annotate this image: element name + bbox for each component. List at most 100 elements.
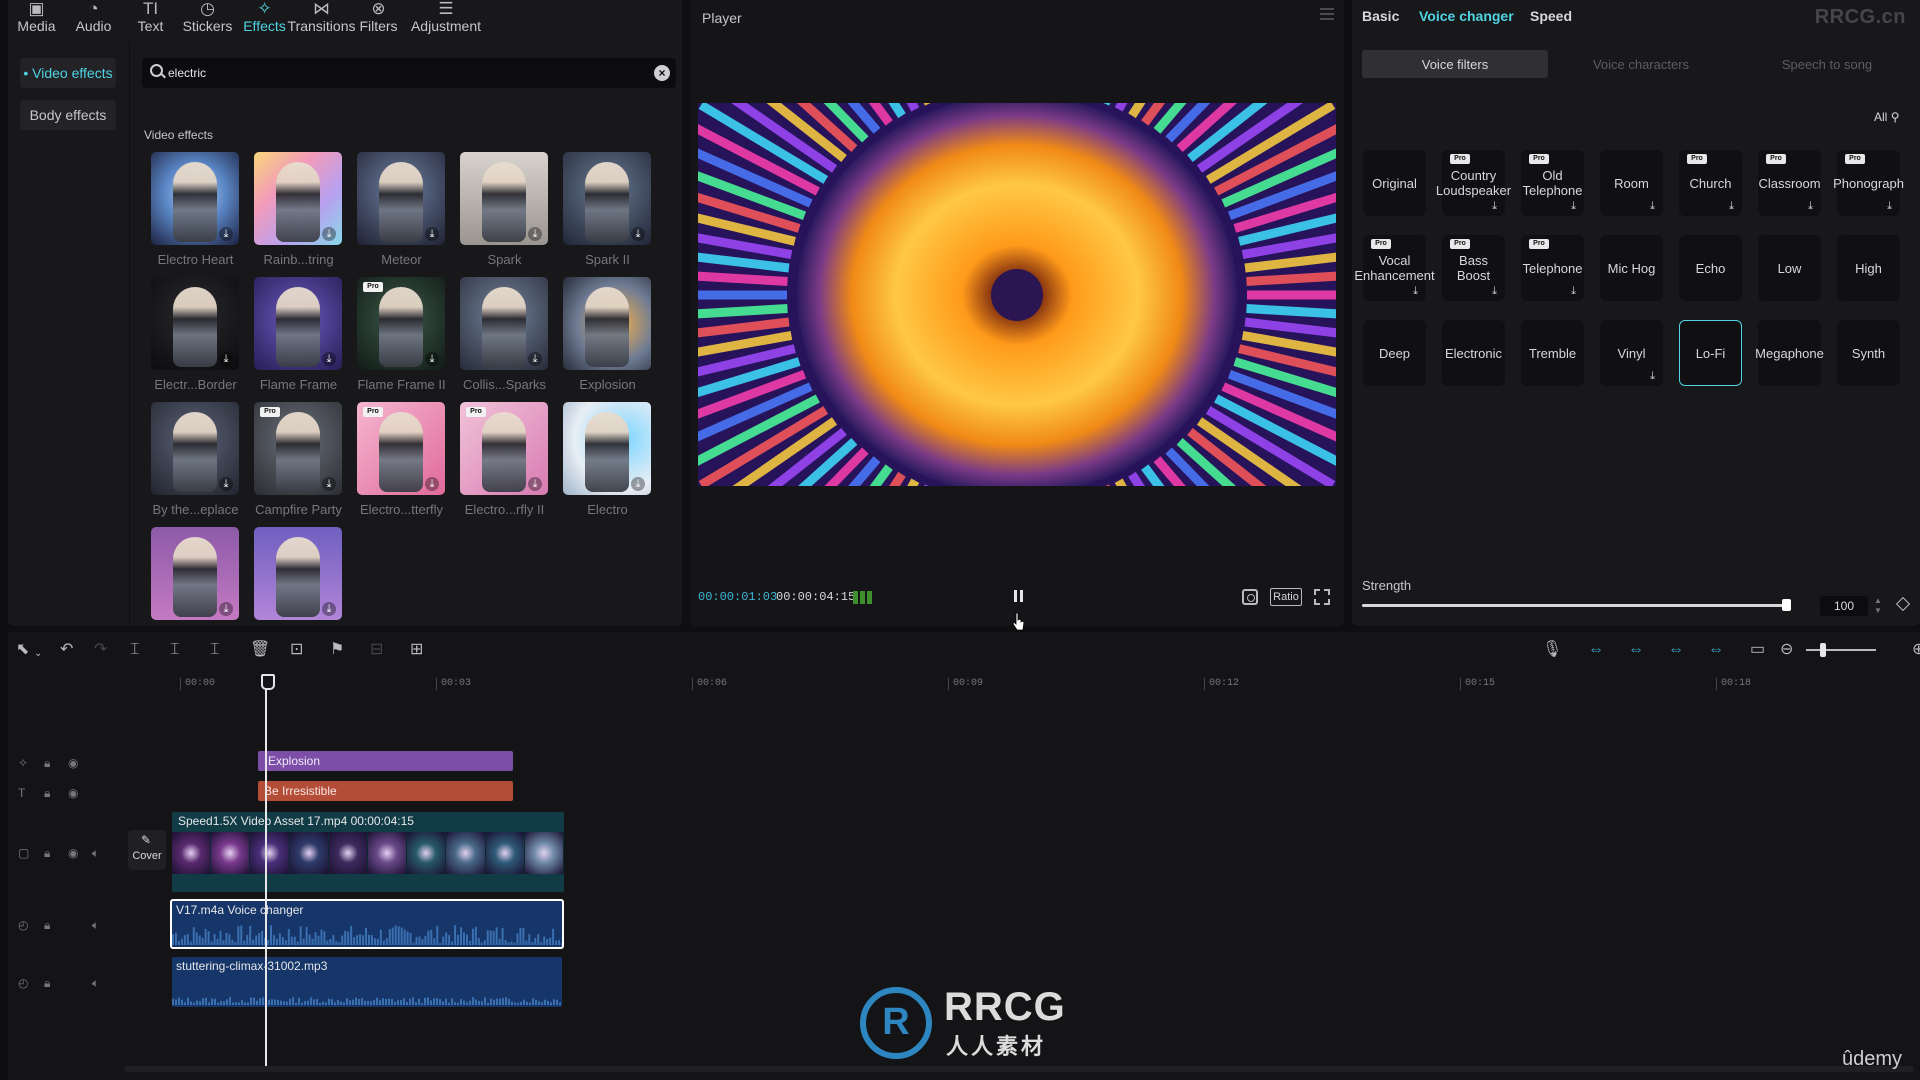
playhead[interactable] [261, 674, 275, 1068]
voice-filter-church[interactable]: Church Pro ⤓ [1679, 150, 1742, 216]
video-preview[interactable] [698, 103, 1336, 486]
subtab-voice-filters[interactable]: Voice filters [1362, 50, 1548, 78]
strength-slider[interactable] [1362, 604, 1787, 607]
voice-filter-bass-boost[interactable]: Bass Boost Pro ⤓ [1442, 235, 1505, 301]
voice-filter-vocal-enhancement[interactable]: Vocal Enhancement Pro ⤓ [1354, 235, 1435, 301]
split-icon[interactable]: ⌶ [130, 642, 140, 658]
effect-card[interactable]: ⤓ Spark II [556, 152, 659, 268]
download-icon[interactable]: ⤓ [219, 227, 233, 241]
search-input[interactable] [168, 62, 638, 84]
tab-text[interactable]: TI Text [122, 0, 179, 42]
download-icon[interactable]: ⤓ [322, 477, 336, 491]
effect-card[interactable]: Pro ⤓ Electro...tterfly [350, 402, 453, 518]
subtab-voice-characters[interactable]: Voice characters [1548, 50, 1734, 78]
undo-icon[interactable]: ↶ [60, 642, 73, 658]
fullscreen-icon[interactable] [1314, 589, 1330, 605]
tab-effects[interactable]: ✧ Effects [236, 0, 293, 42]
eye-icon[interactable]: ◉ [68, 786, 78, 800]
music-clip[interactable]: stuttering-climax-31002.mp3 [172, 957, 562, 1007]
pause-button[interactable] [1010, 588, 1026, 606]
download-icon[interactable]: ⤓ [322, 227, 336, 241]
freeze-icon[interactable]: ⊡ [290, 642, 303, 658]
voice-filter-vinyl[interactable]: Vinyl ⤓ [1600, 320, 1663, 386]
preview-axis-icon[interactable]: ⇔ [1708, 642, 1724, 658]
time-ruler[interactable]: 00:00 00:03 00:06 00:09 00:12 00:15 00:18 [158, 668, 1920, 692]
eye-icon[interactable]: ◉ [68, 846, 78, 860]
voice-filter-echo[interactable]: Echo [1679, 235, 1742, 301]
download-icon[interactable]: ⤓ [528, 227, 542, 241]
tab-transitions[interactable]: ⋈ Transitions [288, 0, 356, 42]
speaker-icon[interactable]: 🔈︎ [92, 976, 99, 991]
download-icon[interactable]: ⤓ [322, 352, 336, 366]
clear-search-icon[interactable]: × [654, 65, 670, 81]
menu-icon[interactable] [1320, 8, 1334, 20]
download-icon[interactable]: ⤓ [425, 227, 439, 241]
zoom-slider-handle[interactable] [1820, 643, 1826, 657]
voice-filter-mic-hog[interactable]: Mic Hog [1600, 235, 1663, 301]
voice-filter-classroom[interactable]: Classroom Pro ⤓ [1758, 150, 1821, 216]
ratio-button[interactable]: Ratio [1270, 588, 1302, 606]
voice-filter-phonograph[interactable]: Phonograph Pro ⤓ [1833, 150, 1904, 216]
download-icon[interactable]: ⤓ [528, 477, 542, 491]
zoom-in-icon[interactable]: ⊕ [1912, 642, 1920, 658]
microphone-icon[interactable]: 🎙︎ [1542, 642, 1562, 658]
redo-icon[interactable]: ↷ [94, 642, 107, 658]
text-clip[interactable]: Be Irresistible [258, 781, 513, 801]
tab-speed[interactable]: Speed [1530, 8, 1572, 24]
caption-icon[interactable]: ▭ [1750, 642, 1765, 658]
linkage-icon[interactable]: ⇔ [1668, 642, 1684, 658]
zoom-slider[interactable] [1806, 649, 1876, 651]
voice-filter-tremble[interactable]: Tremble [1521, 320, 1584, 386]
cover-button[interactable]: Cover [128, 830, 166, 870]
effect-card[interactable]: ⤓ Spark [453, 152, 556, 268]
voice-filter-high[interactable]: High [1837, 235, 1900, 301]
voice-filter-low[interactable]: Low [1758, 235, 1821, 301]
effect-card[interactable]: ⤓ Flame Frame [247, 277, 350, 393]
zoom-out-icon[interactable]: ⊖ [1780, 642, 1793, 658]
lock-icon[interactable]: 🔒︎ [44, 756, 50, 771]
strength-stepper[interactable]: ▲ ▼ [1873, 596, 1883, 616]
delete-icon[interactable]: 🗑︎ [250, 642, 270, 658]
download-icon[interactable]: ⤓ [631, 227, 645, 241]
download-icon[interactable]: ⤓ [219, 352, 233, 366]
effect-card[interactable]: ⤓ Electr...Border [144, 277, 247, 393]
split-right-icon[interactable]: ⌶ [210, 642, 220, 658]
download-icon[interactable]: ⤓ [1808, 201, 1813, 212]
auto-reframe-icon[interactable]: ⊞ [410, 642, 423, 658]
sidebar-item-video-effects[interactable]: • Video effects [20, 58, 116, 88]
effect-card[interactable]: ⤓ [247, 527, 350, 626]
tab-voice-changer[interactable]: Voice changer [1419, 8, 1514, 24]
strength-slider-handle[interactable] [1782, 599, 1791, 611]
download-icon[interactable]: ⤓ [1413, 286, 1418, 297]
strength-value-input[interactable]: 100 [1820, 596, 1868, 616]
effect-clip-explosion[interactable]: Explosion [258, 751, 513, 771]
timeline-scrollbar[interactable] [124, 1066, 1914, 1072]
effect-card[interactable]: Pro ⤓ Electro...rfly II [453, 402, 556, 518]
magnet-icon[interactable]: ⇔ [1628, 642, 1644, 658]
download-icon[interactable]: ⤓ [219, 602, 233, 616]
effect-card[interactable]: Explosion [556, 277, 659, 393]
download-icon[interactable]: ⤓ [1492, 286, 1497, 297]
tab-filters[interactable]: ⊗ Filters [350, 0, 407, 42]
video-clip[interactable]: Speed1.5X Video Asset 17.mp4 00:00:04:15 [172, 812, 564, 892]
download-icon[interactable]: ⤓ [1729, 201, 1734, 212]
download-icon[interactable]: ⤓ [219, 477, 233, 491]
download-icon[interactable]: ⤓ [425, 477, 439, 491]
download-icon[interactable]: ⤓ [631, 477, 645, 491]
crop-icon[interactable]: ⊟ [370, 642, 383, 658]
effect-card[interactable]: ⤓ Rainb...tring [247, 152, 350, 268]
tab-adjustment[interactable]: ☰ Adjustment [407, 0, 485, 42]
voice-filter-original[interactable]: Original [1363, 150, 1426, 216]
split-left-icon[interactable]: ⌶ [170, 642, 180, 658]
voice-filter-electronic[interactable]: Electronic [1442, 320, 1505, 386]
voice-filter-old-telephone[interactable]: Old Telephone Pro ⤓ [1521, 150, 1584, 216]
eye-icon[interactable]: ◉ [68, 756, 78, 770]
download-icon[interactable]: ⤓ [322, 602, 336, 616]
voice-filter-synth[interactable]: Synth [1837, 320, 1900, 386]
lock-icon[interactable]: 🔒︎ [44, 976, 50, 991]
tab-media[interactable]: ▣ Media [8, 0, 65, 42]
download-icon[interactable]: ⤓ [1650, 371, 1655, 382]
download-icon[interactable]: ⤓ [1887, 201, 1892, 212]
subtab-speech-to-song[interactable]: Speech to song [1734, 50, 1920, 78]
lock-icon[interactable]: 🔒︎ [44, 846, 50, 861]
